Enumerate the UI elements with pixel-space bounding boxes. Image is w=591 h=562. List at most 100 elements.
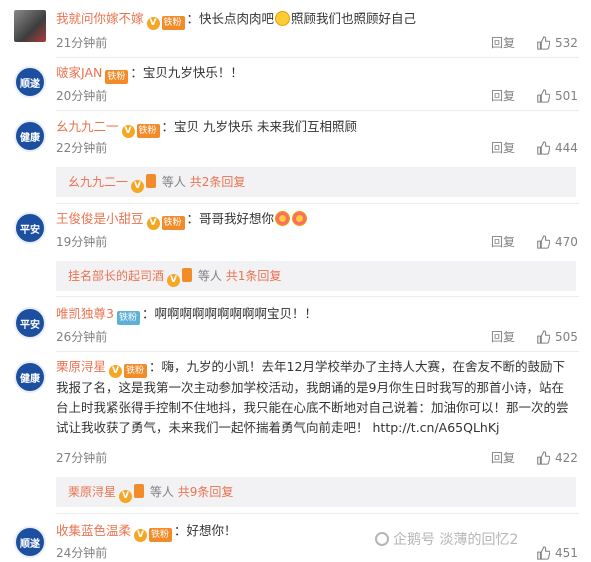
divider: [56, 110, 579, 111]
sub-reply-box[interactable]: 栗原浔星 V 等人 共9条回复: [56, 477, 576, 507]
avatar[interactable]: 平安: [14, 307, 46, 339]
fan-badge[interactable]: 铁粉: [149, 528, 173, 542]
like-button[interactable]: 501: [536, 88, 578, 104]
comment-text: ：宝贝 九岁快乐 未来我们互相照顾: [161, 119, 357, 134]
fan-badge-icon: [182, 268, 193, 282]
fan-badge[interactable]: 铁粉: [161, 216, 185, 230]
username[interactable]: 我就问你嫁不嫁: [56, 11, 144, 26]
comment-content: 啵家JAN 铁粉 ：宝贝九岁快乐！！: [56, 63, 579, 84]
timestamp: 21分钟前: [56, 36, 108, 50]
username[interactable]: 唯凯独尊3: [56, 306, 114, 321]
avatar[interactable]: 健康: [14, 361, 46, 393]
fan-badge[interactable]: 铁粉: [105, 70, 129, 84]
reply-button[interactable]: 回复: [491, 88, 515, 104]
fan-badge[interactable]: 铁粉: [124, 364, 148, 378]
sub-reply-box[interactable]: 幺九九二一 V 等人 共2条回复: [56, 167, 576, 197]
comment-text: ：好想你！: [174, 523, 237, 538]
verified-icon: V: [146, 217, 160, 230]
comment-list: 我就问你嫁不嫁 V 铁粉 ：快长点肉肉吧 照顾我们也照顾好自己 21分钟前 回复 532…: [0, 0, 591, 562]
watermark-text: 企鹅号 淡薄的回忆2: [393, 532, 519, 548]
timestamp: 24分钟前: [56, 546, 108, 560]
fan-badge[interactable]: 铁粉: [161, 16, 185, 30]
avatar-text: 平安: [20, 224, 40, 236]
avatar[interactable]: 健康: [14, 120, 46, 152]
comment-content: 王俊俊是小甜豆 V 铁粉 ：哥哥我好想你: [56, 209, 579, 230]
fan-badge-icon: [146, 174, 157, 188]
avatar[interactable]: [14, 10, 46, 42]
divider: [56, 296, 579, 297]
verified-icon: V: [121, 125, 135, 138]
username[interactable]: 王俊俊是小甜豆: [56, 211, 144, 226]
view-replies-link[interactable]: 共1条回复: [226, 269, 282, 283]
reply-button[interactable]: 回复: [491, 329, 515, 345]
avatar-text: 健康: [20, 373, 40, 385]
like-count: 422: [555, 451, 578, 465]
username[interactable]: 栗原浔星: [56, 359, 106, 374]
timestamp: 19分钟前: [56, 235, 108, 249]
divider: [56, 351, 579, 352]
comment-content: 栗原浔星 V 铁粉 ：嗨，九岁的小凯！去年12月学校举办了主持人大赛，在舍友不断的鼓励…: [56, 357, 576, 438]
divider: [56, 203, 579, 204]
comment-text-tail: 照顾我们也照顾好自己: [291, 11, 417, 26]
emoji-icon: [275, 11, 291, 26]
reply-button[interactable]: 回复: [491, 35, 515, 51]
timestamp: 27分钟前: [56, 451, 108, 465]
avatar-text: 平安: [20, 319, 40, 331]
reply-button[interactable]: 回复: [491, 140, 515, 156]
comment-content: 唯凯独尊3 铁粉 ：啊啊啊啊啊啊啊啊啊宝贝！！: [56, 304, 579, 325]
avatar[interactable]: 平安: [14, 212, 46, 244]
like-button[interactable]: 451: [536, 545, 578, 561]
fan-badge[interactable]: 铁粉: [116, 311, 140, 325]
username[interactable]: 收集蓝色温柔: [56, 523, 131, 538]
sub-reply-text: 等人: [161, 175, 186, 189]
emoji-icon: [292, 211, 308, 226]
divider: [56, 513, 579, 514]
avatar-text: 健康: [20, 132, 40, 144]
timestamp: 22分钟前: [56, 141, 108, 155]
view-replies-link[interactable]: 共9条回复: [178, 485, 234, 499]
like-button[interactable]: 505: [536, 329, 578, 345]
like-count: 501: [555, 89, 578, 103]
avatar-text: 顺遂: [20, 78, 40, 90]
view-replies-link[interactable]: 共2条回复: [190, 175, 246, 189]
watermark: 企鹅号 淡薄的回忆2: [375, 529, 518, 549]
sub-reply-user[interactable]: 栗原浔星: [68, 485, 116, 499]
sub-reply-box[interactable]: 挂名部长的起司酒 V 等人 共1条回复: [56, 261, 576, 291]
thumbs-up-icon: [537, 330, 550, 344]
username[interactable]: 啵家JAN: [56, 65, 102, 80]
fan-badge[interactable]: 铁粉: [136, 124, 160, 138]
verified-icon: V: [167, 274, 181, 287]
comment-text: ：宝贝九岁快乐！！: [130, 65, 243, 80]
like-button[interactable]: 532: [536, 35, 578, 51]
username[interactable]: 幺九九二一: [56, 119, 119, 134]
thumbs-up-icon: [537, 36, 550, 50]
avatar[interactable]: 顺遂: [14, 66, 46, 98]
thumbs-up-icon: [537, 235, 550, 249]
thumbs-up-icon: [537, 141, 550, 155]
verified-icon: V: [109, 365, 123, 378]
like-button[interactable]: 422: [536, 450, 578, 466]
avatar-text: 顺遂: [20, 538, 40, 550]
sub-reply-text: 等人: [149, 485, 174, 499]
sub-reply-text: 等人: [197, 269, 222, 283]
sub-reply-user[interactable]: 挂名部长的起司酒: [68, 269, 164, 283]
comment-content: 我就问你嫁不嫁 V 铁粉 ：快长点肉肉吧 照顾我们也照顾好自己: [56, 9, 579, 30]
fan-badge-icon: [134, 484, 145, 498]
sub-reply-user[interactable]: 幺九九二一: [68, 175, 128, 189]
comment-text: ：啊啊啊啊啊啊啊啊啊宝贝！！: [141, 306, 317, 321]
like-count: 444: [555, 141, 578, 155]
comment-text: ：快长点肉肉吧: [186, 11, 275, 26]
divider: [56, 57, 579, 58]
avatar[interactable]: 顺遂: [14, 526, 46, 558]
verified-icon: V: [119, 490, 133, 503]
like-button[interactable]: 470: [536, 234, 578, 250]
like-button[interactable]: 444: [536, 140, 578, 156]
comment-link[interactable]: http://t.cn/A65QLhKj: [373, 420, 500, 435]
emoji-icon: [275, 211, 291, 226]
thumbs-up-icon: [537, 546, 550, 560]
reply-button[interactable]: 回复: [491, 234, 515, 250]
thumbs-up-icon: [537, 89, 550, 103]
like-count: 451: [555, 546, 578, 560]
verified-icon: V: [131, 180, 145, 193]
reply-button[interactable]: 回复: [491, 450, 515, 466]
